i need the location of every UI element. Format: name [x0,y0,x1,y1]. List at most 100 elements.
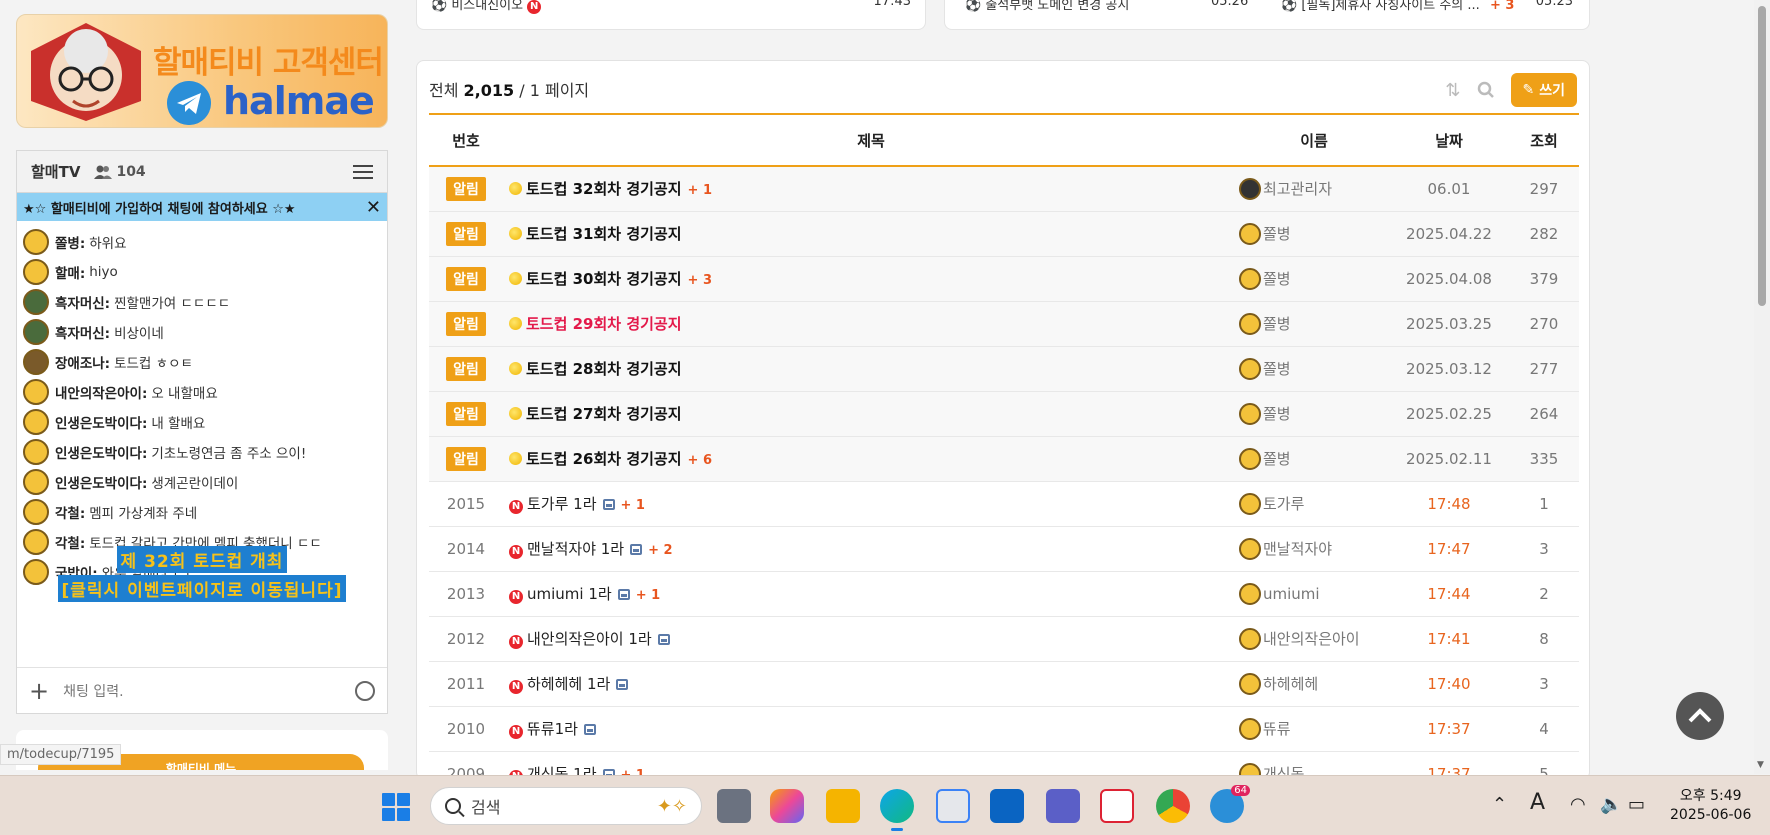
user-avatar-icon[interactable] [23,349,49,375]
windows-start-icon[interactable] [382,793,410,821]
table-row[interactable]: 2013 Numiumi 1라 + 1 umiumi 17:44 2 [429,571,1579,616]
post-title[interactable]: 맨날적자야 1라 [527,540,624,558]
taskbar-search[interactable]: 검색 ✦✧ [430,787,702,825]
cell-name[interactable]: 맨날적자야 [1239,526,1389,571]
plus-icon[interactable]: + [29,679,49,703]
outlook-icon[interactable] [990,789,1024,823]
post-title[interactable]: 뜌류1라 [527,720,578,738]
top-card-item[interactable]: ⚽ [필독]제휴사 사칭사이트 주의 ... + 3 [1281,0,1514,13]
table-row[interactable]: 2010 N 뜌류1라 뜌류 17:37 4 [429,706,1579,751]
telegram-taskbar-icon[interactable]: 64 [1210,785,1250,823]
author-name[interactable]: 쫄병 [1263,225,1291,243]
table-row[interactable]: 2015 N 토가루 1라 + 1 토가루 17:48 1 [429,481,1579,526]
table-row[interactable]: 2011 N 하헤헤헤 1라 하헤헤헤 17:40 3 [429,661,1579,706]
post-title[interactable]: 토드컵 31회차 경기공지 [526,225,682,243]
post-title[interactable]: 하헤헤헤 1라 [527,675,610,693]
user-avatar-icon[interactable] [23,439,49,465]
cell-title[interactable]: N 맨날적자야 1라 + 2 [503,526,1239,571]
author-name[interactable]: 쫄병 [1263,360,1291,378]
cell-title[interactable]: Numiumi 1라 + 1 [503,571,1239,616]
chat-nick[interactable]: 내안의작은아이: [55,382,147,402]
user-avatar-icon[interactable] [23,379,49,405]
customer-center-banner[interactable]: 할매티비 고객센터 halmae [16,14,388,128]
sort-icon[interactable]: ⇅ [1445,80,1460,101]
chat-nick[interactable]: 장애조나: [55,352,110,372]
chat-menu-icon[interactable] [353,161,373,183]
chat-nick[interactable]: 인생은도박이다: [55,472,147,492]
table-row[interactable]: 알림 토드컵 32회차 경기공지 + 1 최고관리자 06.01 297 [429,166,1579,211]
page-scrollbar[interactable]: ▼ [1754,0,1770,774]
teams-icon[interactable] [1046,789,1080,823]
cell-title[interactable]: 토드컵 29회차 경기공지 [503,301,1239,346]
event-announcement[interactable]: 제 32회 토드컵 개최 [클릭시 이벤트페이지로 이동됩니다] [17,545,387,603]
table-row[interactable]: 알림 토드컵 30회차 경기공지 + 3 쫄병 2025.04.08 379 [429,256,1579,301]
table-row[interactable]: 2012 N 내안의작은아이 1라 내안의작은아이 17:41 8 [429,616,1579,661]
post-title[interactable]: 토드컵 32회차 경기공지 [526,180,682,198]
cell-name[interactable]: umiumi [1239,571,1389,616]
chrome-icon[interactable] [1156,789,1190,823]
chat-nick[interactable]: 인생은도박이다: [55,412,147,432]
cell-name[interactable]: 토가루 [1239,481,1389,526]
author-name[interactable]: 쫄병 [1263,270,1291,288]
user-avatar-icon[interactable] [23,289,49,315]
user-avatar-icon[interactable] [23,499,49,525]
chat-user-count[interactable]: 104 [94,164,146,180]
table-row[interactable]: 알림 토드컵 26회차 경기공지 + 6 쫄병 2025.02.11 335 [429,436,1579,481]
author-name[interactable]: 쫄병 [1263,315,1291,333]
cell-name[interactable]: 쫄병 [1239,346,1389,391]
task-view-icon[interactable] [717,789,751,823]
file-explorer-icon[interactable] [826,789,860,823]
cell-title[interactable]: 토드컵 27회차 경기공지 [503,391,1239,436]
post-title[interactable]: 토드컵 26회차 경기공지 [526,450,682,468]
cell-name[interactable]: 뜌류 [1239,706,1389,751]
cell-title[interactable]: N 하헤헤헤 1라 [503,661,1239,706]
cell-title[interactable]: N 토가루 1라 + 1 [503,481,1239,526]
chat-input[interactable]: + 채팅 입력. [17,667,387,713]
author-name[interactable]: umiumi [1263,585,1320,603]
cell-name[interactable]: 쫄병 [1239,301,1389,346]
scroll-to-top-button[interactable] [1676,692,1724,740]
top-card-item[interactable]: ⚽ 비스내신이오 N [431,0,545,14]
snipping-tool-icon[interactable] [1100,789,1134,823]
author-name[interactable]: 쫄병 [1263,450,1291,468]
volume-icon[interactable]: 🔈 [1600,794,1622,815]
taskbar-clock[interactable]: 오후 5:49 2025-06-06 [1670,787,1751,825]
cell-name[interactable]: 내안의작은아이 [1239,616,1389,661]
chat-nick[interactable]: 쫄병: [55,232,85,252]
close-icon[interactable]: ✕ [366,197,381,218]
table-row[interactable]: 알림 토드컵 29회차 경기공지 쫄병 2025.03.25 270 [429,301,1579,346]
chat-nick[interactable]: 인생은도박이다: [55,442,147,462]
input-method-icon[interactable]: A [1530,790,1545,815]
user-avatar-icon[interactable] [23,409,49,435]
author-name[interactable]: 쫄병 [1263,405,1291,423]
search-icon[interactable] [1477,81,1495,99]
cell-name[interactable]: 하헤헤헤 [1239,661,1389,706]
edge-icon[interactable] [880,789,914,823]
cell-name[interactable]: 쫄병 [1239,391,1389,436]
author-name[interactable]: 뜌류 [1263,720,1291,738]
chat-nick[interactable]: 흑자머신: [55,322,110,342]
author-name[interactable]: 맨날적자야 [1263,540,1332,558]
post-title[interactable]: 토드컵 27회차 경기공지 [526,405,682,423]
cell-title[interactable]: 토드컵 32회차 경기공지 + 1 [503,166,1239,211]
chevron-up-icon[interactable]: ⌃ [1492,794,1507,815]
author-name[interactable]: 내안의작은아이 [1263,630,1360,648]
cell-name[interactable]: 쫄병 [1239,436,1389,481]
scrollbar-thumb[interactable] [1758,6,1766,306]
post-title[interactable]: 토가루 1라 [527,495,597,513]
user-avatar-icon[interactable] [23,229,49,255]
chat-nick[interactable]: 각철: [55,502,85,522]
scroll-down-arrow-icon[interactable]: ▼ [1757,760,1764,770]
store-icon[interactable] [936,789,970,823]
table-row[interactable]: 알림 토드컵 28회차 경기공지 쫄병 2025.03.12 277 [429,346,1579,391]
emoji-icon[interactable] [355,680,375,701]
chat-nick[interactable]: 흑자머신: [55,292,110,312]
cell-name[interactable]: 최고관리자 [1239,166,1389,211]
author-name[interactable]: 하헤헤헤 [1263,675,1318,693]
user-avatar-icon[interactable] [23,259,49,285]
chat-nick[interactable]: 할매: [55,262,85,282]
cell-title[interactable]: N 뜌류1라 [503,706,1239,751]
cell-title[interactable]: 토드컵 30회차 경기공지 + 3 [503,256,1239,301]
post-title[interactable]: umiumi 1라 [527,585,612,603]
copilot-icon[interactable] [770,789,804,823]
